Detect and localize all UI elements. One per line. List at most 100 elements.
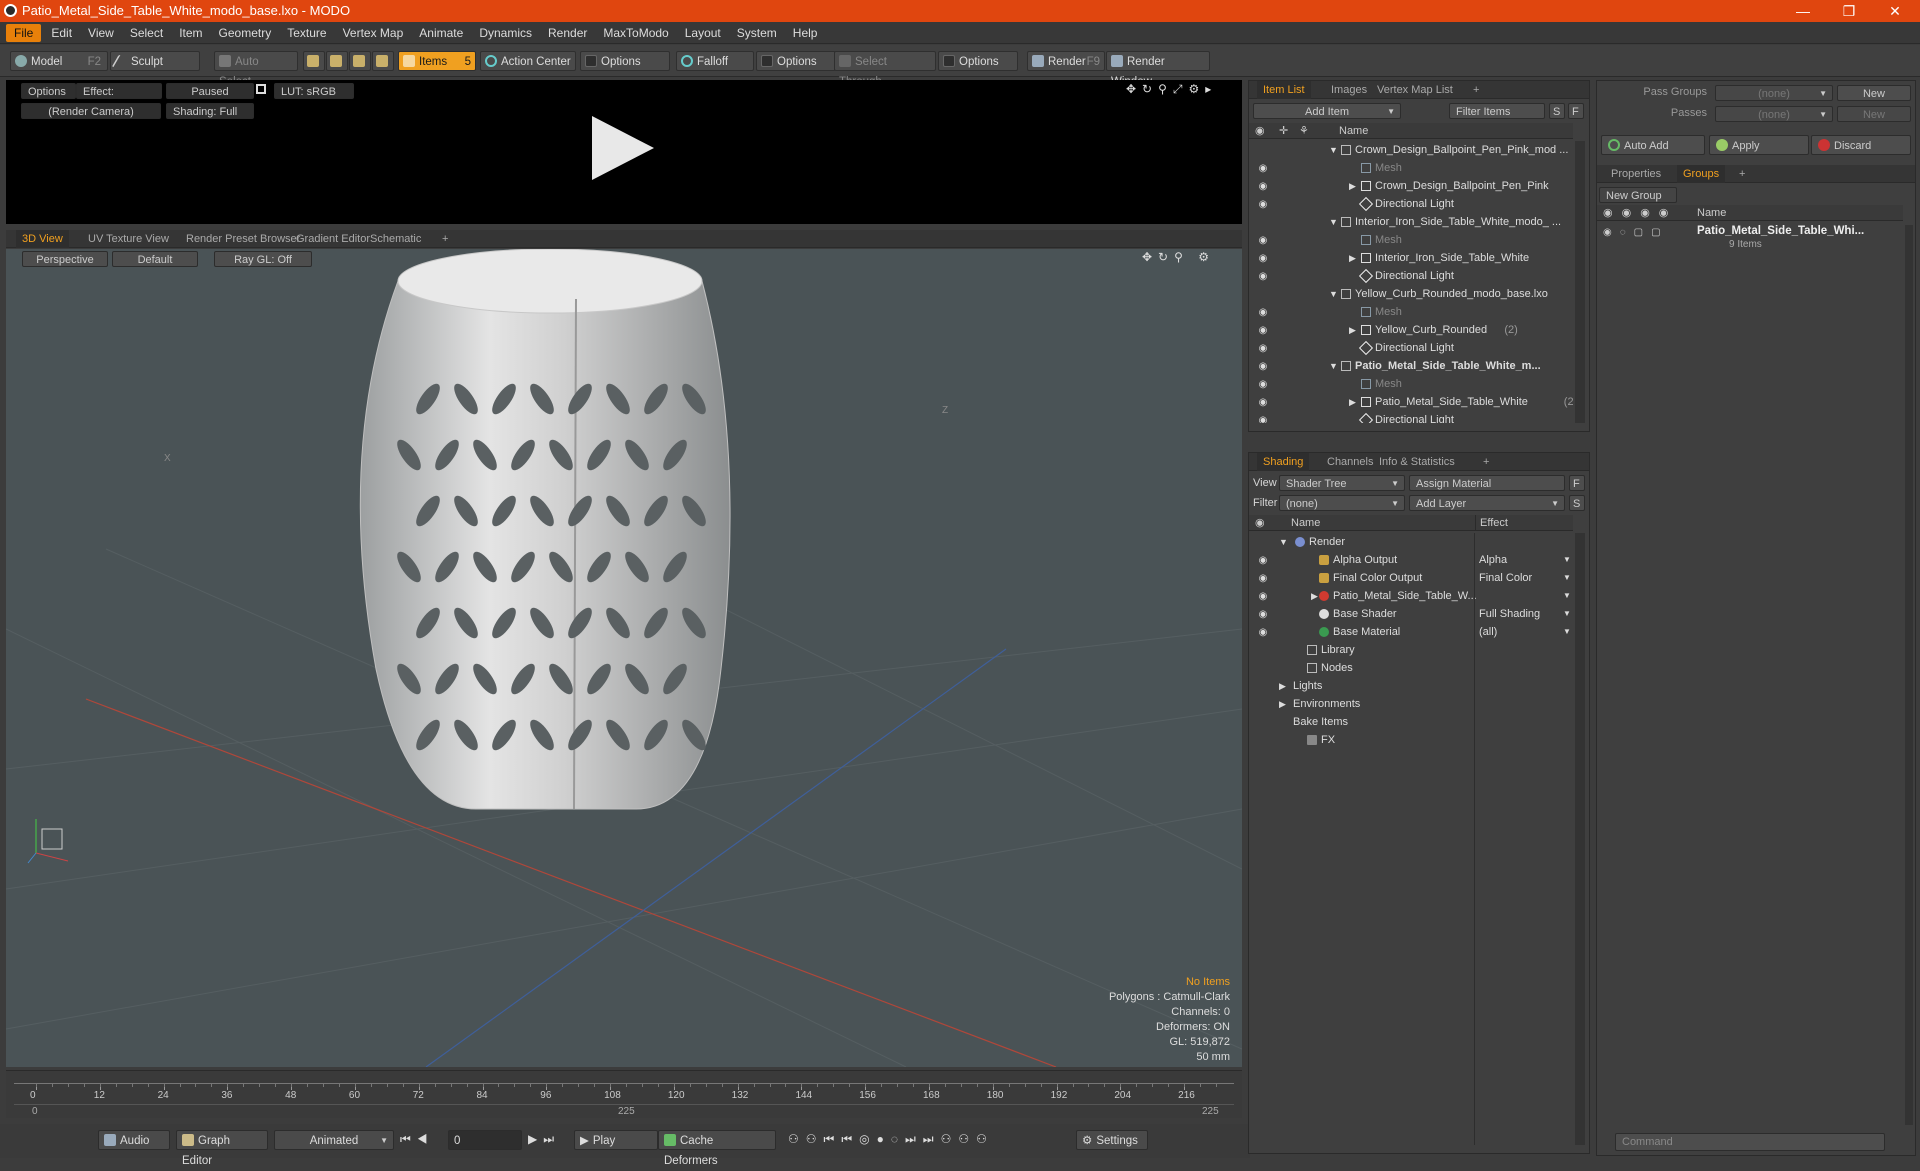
shading-tab-3[interactable]: + [1477,453,1495,471]
item-list-tab-3[interactable]: + [1467,81,1485,99]
item-row[interactable]: ◉ Mesh [1249,231,1573,249]
chevron-down-icon[interactable]: ▼ [1563,587,1571,605]
next-key-buttons[interactable]: ▶⏭ [528,1132,560,1147]
shader-row[interactable]: ▶ Environments [1249,695,1573,713]
shader-row[interactable]: ◉ Final Color Output Final Color ▼ [1249,569,1573,587]
edge-select-button[interactable] [326,51,348,71]
shading-tab-0[interactable]: Shading [1257,453,1310,471]
timeline[interactable]: 0 12 24 36 48 60 72 84 96 108 120 132 144 156 168 180 19… [6,1070,1242,1118]
sculpt-mode-button[interactable]: Sculpt [110,51,200,71]
item-row[interactable]: ◉ Directional Light [1249,267,1573,285]
timeline-ruler[interactable]: 0 12 24 36 48 60 72 84 96 108 120 132 144 156 168 180 19… [14,1083,1234,1105]
visibility-eye-icon[interactable]: ◉ [1255,232,1271,248]
frame-input[interactable]: 0 [448,1130,522,1150]
menu-texture[interactable]: Texture [279,22,334,44]
preview-effect-dropdown[interactable]: Effect: (Shadi... [76,83,162,114]
visibility-eye-icon[interactable]: ◉ [1255,304,1271,320]
preview-options-button[interactable]: Options [21,83,76,99]
item-list-scrollbar[interactable] [1575,141,1585,423]
menu-dynamics[interactable]: Dynamics [471,22,540,44]
expand-arrow-icon[interactable]: ▼ [1279,533,1288,551]
visibility-eye-icon[interactable]: ◉ [1255,160,1271,176]
visibility-eye-icon[interactable]: ◉ [1255,624,1271,640]
visibility-eye-icon[interactable]: ◉ [1255,552,1271,568]
item-row[interactable]: ◉▶Interior_Iron_Side_Table_White(2) [1249,249,1573,267]
assign-material-input[interactable]: Assign Material [1409,475,1565,491]
visibility-eye-icon[interactable]: ◉ [1255,376,1271,392]
add-item-dropdown[interactable]: Add Item ▼ [1253,103,1401,119]
viewport-tab-5[interactable]: + [436,230,454,248]
shading-tab-2[interactable]: Info & Statistics [1373,453,1461,471]
cache-deformers-button[interactable]: Cache Deformers [658,1130,776,1167]
visibility-eye-icon[interactable]: ◉ [1255,322,1271,338]
viewport-tab-0[interactable]: 3D View [16,230,69,248]
action-center-options-button[interactable]: Options [580,51,670,71]
visibility-eye-icon[interactable]: ◉ [1255,268,1271,284]
shader-tree-dropdown[interactable]: Shader Tree ▼ [1279,475,1405,491]
menu-item[interactable]: Item [171,22,210,44]
effect-value[interactable]: Alpha [1479,551,1507,569]
shading-tab-1[interactable]: Channels [1321,453,1379,471]
vertex-select-button[interactable] [303,51,325,71]
shading-f-button[interactable]: F [1569,475,1585,491]
animated-dropdown[interactable]: Animated ▼ [274,1130,394,1150]
collapse-arrow-icon[interactable]: ▶ [1349,321,1356,339]
falloff-options-button[interactable]: Options [756,51,836,71]
shader-row[interactable]: FX [1249,731,1573,749]
menu-edit[interactable]: Edit [43,22,80,44]
menu-animate[interactable]: Animate [411,22,471,44]
effect-value[interactable]: Final Color [1479,569,1532,587]
key-tool-icons[interactable]: ⚇⚇⏮⏮◎●◌⏭⏭⚇⚇⚇ [788,1132,994,1147]
menu-select[interactable]: Select [122,22,171,44]
chevron-down-icon[interactable]: ▼ [1563,551,1571,569]
3d-viewport[interactable]: Perspective Default Ray GL: Off ✥↻⚲ ⚙ X … [6,249,1242,1067]
action-center-button[interactable]: Action Center [480,51,576,71]
item-s-button[interactable]: S [1549,103,1565,119]
menu-layout[interactable]: Layout [677,22,729,44]
item-list-tab-2[interactable]: Vertex Map List [1371,81,1459,99]
groups-tab-0[interactable]: Properties [1605,165,1667,183]
shading-dropdown[interactable]: Shading: Full [166,103,254,119]
groups-tab-2[interactable]: + [1733,165,1751,183]
shader-row[interactable]: ▼ Render [1249,533,1573,551]
expand-arrow-icon[interactable]: ▼ [1329,213,1338,231]
preview-nav-icons[interactable]: ✥↻⚲⤢⚙▸ [1126,82,1217,97]
preview-paused-button[interactable]: Paused [166,83,254,99]
item-list-tab-1[interactable]: Images [1325,81,1373,99]
play-button[interactable]: ▶ Play [574,1130,658,1150]
item-list-tab-0[interactable]: Item List [1257,81,1311,99]
visibility-eye-icon[interactable]: ◉ [1255,570,1271,586]
expand-arrow-icon[interactable]: ▼ [1329,285,1338,303]
lock-icon[interactable] [256,84,266,94]
visibility-eye-icon[interactable]: ◉ [1255,394,1271,410]
shading-scrollbar[interactable] [1575,533,1585,1145]
item-f-button[interactable]: F [1568,103,1584,119]
shader-row[interactable]: ◉ Alpha Output Alpha ▼ [1249,551,1573,569]
viewport-tab-1[interactable]: UV Texture View [82,230,175,248]
menu-system[interactable]: System [729,22,785,44]
item-row[interactable]: ▼ Interior_Iron_Side_Table_White_modo_ ..… [1249,213,1573,231]
filter-dropdown[interactable]: (none) ▼ [1279,495,1405,511]
collapse-arrow-icon[interactable]: ▶ [1349,393,1356,411]
add-layer-dropdown[interactable]: Add Layer ▼ [1409,495,1565,511]
visibility-eye-icon[interactable]: ◉ [1255,606,1271,622]
visibility-eye-icon[interactable]: ◉ [1255,412,1271,423]
render-button[interactable]: Render F9 [1027,51,1105,71]
items-mode-button[interactable]: Items 5 [398,51,476,71]
chevron-down-icon[interactable]: ▼ [1563,569,1571,587]
lut-dropdown[interactable]: LUT: sRGB [274,83,354,99]
shader-row[interactable]: Nodes [1249,659,1573,677]
item-row[interactable]: ◉ Mesh [1249,303,1573,321]
expand-arrow-icon[interactable]: ▼ [1329,357,1338,375]
viewport-tab-2[interactable]: Render Preset Browser [180,230,306,248]
menu-help[interactable]: Help [785,22,826,44]
play-icon[interactable] [592,116,654,180]
visibility-eye-icon[interactable]: ◉ [1255,196,1271,212]
item-row[interactable]: ◉ Directional Light [1249,195,1573,213]
polygon-select-button[interactable] [349,51,371,71]
menu-view[interactable]: View [80,22,122,44]
item-row[interactable]: ◉ ▶ Yellow_Curb_Rounded (2) [1249,321,1573,339]
command-input[interactable]: Command [1615,1133,1885,1151]
item-row[interactable]: ▼ Yellow_Curb_Rounded_modo_base.lxo [1249,285,1573,303]
groups-scrollbar[interactable] [1905,225,1913,1125]
